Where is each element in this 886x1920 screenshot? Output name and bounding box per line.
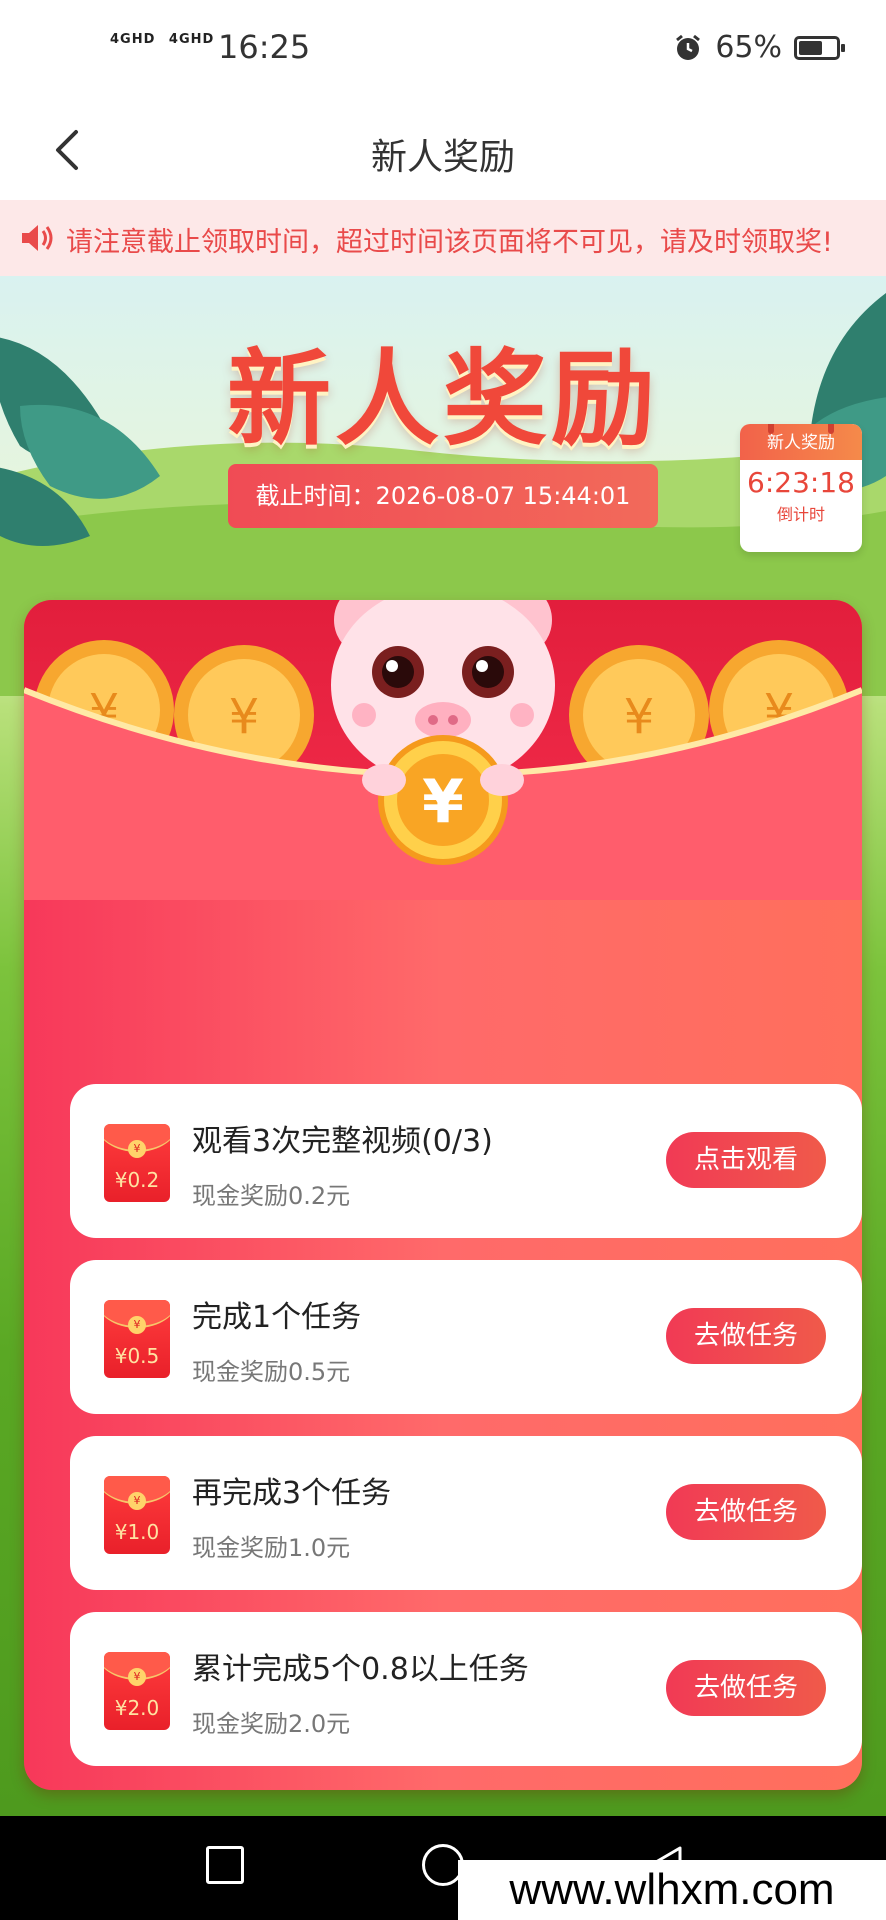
svg-text:¥: ¥	[229, 689, 260, 745]
task-action-button[interactable]: 去做任务	[666, 1660, 826, 1716]
task-reward: 现金奖励2.0元	[192, 1710, 351, 1738]
battery-percent: 65%	[715, 30, 782, 65]
task-title: 累计完成5个0.8以上任务	[192, 1652, 529, 1687]
hero-section: 新人奖励 截止时间：2026-08-07 15:44:01 新人奖励 6:23:…	[0, 276, 886, 1816]
calendar-header: 新人奖励	[740, 424, 862, 460]
calendar-pin	[828, 424, 834, 434]
nav-bar: 新人奖励	[0, 100, 886, 200]
status-right: 65%	[673, 30, 845, 65]
envelope-amount: ¥2.0	[114, 1696, 160, 1720]
status-time: 16:25	[218, 28, 311, 66]
task-reward: 现金奖励1.0元	[192, 1534, 351, 1562]
task-action-button[interactable]: 点击观看	[666, 1132, 826, 1188]
calendar-pin	[768, 424, 774, 434]
task-card: ¥ ¥0.2 观看3次完整视频(0/3) 现金奖励0.2元 点击观看	[70, 1084, 862, 1238]
envelope-seal: ¥	[128, 1316, 146, 1334]
countdown-calendar: 新人奖励 6:23:18 倒计时	[740, 424, 862, 552]
task-card: ¥ ¥2.0 累计完成5个0.8以上任务现金奖励2.0元 去做任务	[70, 1612, 862, 1766]
countdown-label: 倒计时	[776, 505, 825, 524]
page-title: 新人奖励	[370, 137, 515, 178]
task-reward: 现金奖励0.5元	[192, 1358, 351, 1386]
network-label-2: 4GHD	[168, 32, 215, 47]
notice-banner: 请注意截止领取时间，超过时间该页面将不可见，请及时领取奖!	[0, 200, 886, 276]
status-bar: 4GHD 4GHD 16:25 65%	[0, 0, 886, 100]
task-title: 再完成3个任务	[192, 1476, 392, 1511]
battery-fill	[799, 40, 822, 55]
task-title: 完成1个任务	[192, 1300, 362, 1335]
red-envelope-icon: ¥ ¥2.0	[104, 1652, 170, 1730]
envelope-seal: ¥	[128, 1668, 146, 1686]
task-card: ¥ ¥1.0 再完成3个任务现金奖励1.0元 去做任务	[70, 1436, 862, 1590]
notice-text: 请注意截止领取时间，超过时间该页面将不可见，请及时领取奖!	[66, 227, 833, 258]
speaker-icon	[22, 225, 53, 251]
task-card: ¥ ¥0.5 完成1个任务现金奖励0.5元 去做任务	[70, 1260, 862, 1414]
red-envelope-panel: ¥ ¥ ¥ ¥ ¥ ¥ ¥0.2 观看3次完整视频(0/3) 现金奖励0.2元 …	[24, 600, 862, 1790]
countdown-timer: 6:23:18	[747, 466, 855, 499]
alarm-icon	[676, 34, 701, 60]
task-title: 观看3次完整视频(0/3)	[192, 1124, 493, 1159]
network-label-1: 4GHD	[110, 32, 156, 47]
battery-icon	[794, 35, 845, 60]
svg-text:¥: ¥	[624, 689, 655, 745]
envelope-coins-illustration: ¥ ¥ ¥ ¥ ¥	[24, 600, 862, 900]
task-action-button[interactable]: 去做任务	[666, 1308, 826, 1364]
task-reward: 现金奖励0.2元	[192, 1182, 351, 1210]
watermark-text: www.wlhxm.com	[458, 1860, 886, 1920]
red-envelope-icon: ¥ ¥0.5	[104, 1300, 170, 1378]
red-envelope-icon: ¥ ¥0.2	[104, 1124, 170, 1202]
red-envelope-icon: ¥ ¥1.0	[104, 1476, 170, 1554]
envelope-seal: ¥	[128, 1140, 146, 1158]
envelope-amount: ¥0.5	[114, 1344, 160, 1368]
envelope-amount: ¥1.0	[114, 1520, 160, 1544]
envelope-seal: ¥	[128, 1492, 146, 1510]
recent-apps-icon[interactable]	[206, 1846, 244, 1884]
envelope-amount: ¥0.2	[114, 1168, 160, 1192]
svg-text:¥: ¥	[422, 767, 464, 837]
network-indicator: 4GHD 4GHD	[110, 32, 222, 47]
deadline-badge: 截止时间：2026-08-07 15:44:01	[228, 464, 658, 528]
task-action-button[interactable]: 去做任务	[666, 1484, 826, 1540]
